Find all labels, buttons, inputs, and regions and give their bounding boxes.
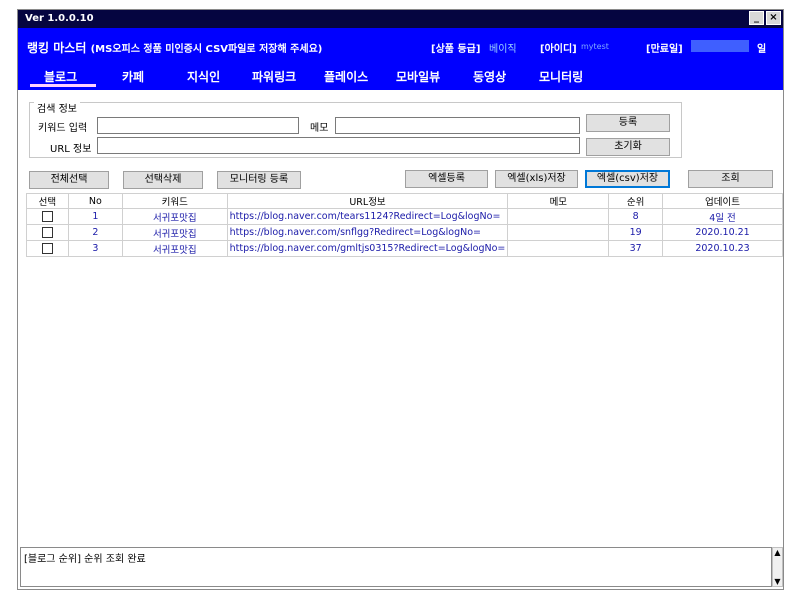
row-url: https://blog.naver.com/snflgg?Redirect=L… xyxy=(226,224,509,241)
table-header-row: 선택 No 키워드 URL정보 메모 순위 업데이트 xyxy=(26,193,783,209)
id-value: mytest xyxy=(581,42,609,51)
app-window: Ver 1.0.0.10 _ × 랭킹 마스터 (MS오피스 정품 미인증시 C… xyxy=(17,9,784,590)
keyword-input[interactable] xyxy=(97,117,299,134)
row-updated: 2020.10.21 xyxy=(662,224,783,241)
row-rank: 37 xyxy=(608,240,664,257)
keyword-label: 키워드 입력 xyxy=(38,123,88,134)
search-info-legend: 검색 정보 xyxy=(34,100,80,115)
excel-xls-save-button[interactable]: 엑셀(xls)저장 xyxy=(495,170,578,188)
column-header-keyword[interactable]: 키워드 xyxy=(121,193,228,209)
table-row[interactable]: 2 서귀포맛집 https://blog.naver.com/snflgg?Re… xyxy=(26,224,783,241)
row-checkbox[interactable] xyxy=(41,243,53,254)
minimize-button[interactable]: _ xyxy=(749,11,764,25)
expiry-value-redacted xyxy=(691,40,749,52)
row-rank: 19 xyxy=(608,224,664,241)
id-label: [아이디] xyxy=(540,44,577,55)
memo-input[interactable] xyxy=(335,117,580,134)
row-checkbox-cell xyxy=(26,208,69,225)
tab-monitoring[interactable]: 모니터링 xyxy=(539,68,583,85)
tab-powerlink[interactable]: 파워링크 xyxy=(252,68,296,85)
row-updated: 2020.10.23 xyxy=(662,240,783,257)
grade-label: [상품 등급] xyxy=(431,44,481,55)
row-checkbox[interactable] xyxy=(41,227,53,238)
register-button[interactable]: 등록 xyxy=(586,114,670,132)
version-label: Ver 1.0.0.10 xyxy=(25,13,94,24)
table-row[interactable]: 1 서귀포맛집 https://blog.naver.com/tears1124… xyxy=(26,208,783,225)
delete-selected-button[interactable]: 선택삭제 xyxy=(123,171,203,189)
row-no: 1 xyxy=(67,208,123,225)
query-button[interactable]: 조회 xyxy=(688,170,773,188)
row-memo xyxy=(507,224,610,241)
status-log[interactable]: [블로그 순위] 순위 조회 완료 xyxy=(20,547,772,587)
url-label: URL 정보 xyxy=(50,144,92,155)
tab-blog[interactable]: 블로그 xyxy=(44,68,77,85)
tab-knowledge[interactable]: 지식인 xyxy=(187,68,220,85)
status-message: [블로그 순위] 순위 조회 완료 xyxy=(24,554,146,565)
column-header-no[interactable]: No xyxy=(67,193,123,209)
row-memo xyxy=(507,208,610,225)
results-table: 선택 No 키워드 URL정보 메모 순위 업데이트 1 서귀포맛집 https… xyxy=(26,193,783,257)
expiry-label: [만료일] xyxy=(646,44,683,55)
excel-register-button[interactable]: 엑셀등록 xyxy=(405,170,488,188)
tab-place[interactable]: 플레이스 xyxy=(324,68,368,85)
column-header-url[interactable]: URL정보 xyxy=(226,193,509,209)
row-keyword: 서귀포맛집 xyxy=(121,208,228,225)
expiry-suffix: 일 xyxy=(757,44,767,55)
column-header-memo[interactable]: 메모 xyxy=(507,193,610,209)
row-keyword: 서귀포맛집 xyxy=(121,224,228,241)
row-no: 2 xyxy=(67,224,123,241)
row-url: https://blog.naver.com/gmltjs0315?Redire… xyxy=(226,240,509,257)
row-url: https://blog.naver.com/tears1124?Redirec… xyxy=(226,208,509,225)
table-row[interactable]: 3 서귀포맛집 https://blog.naver.com/gmltjs031… xyxy=(26,240,783,257)
column-header-select[interactable]: 선택 xyxy=(26,193,69,209)
row-no: 3 xyxy=(67,240,123,257)
row-rank: 8 xyxy=(608,208,664,225)
app-header: 랭킹 마스터 (MS오피스 정품 미인증시 CSV파일로 저장해 주세요) [상… xyxy=(18,28,783,90)
excel-csv-save-button[interactable]: 엑셀(csv)저장 xyxy=(585,170,670,188)
url-input[interactable] xyxy=(97,137,580,154)
reset-button[interactable]: 초기화 xyxy=(586,138,670,156)
grade-value: 베이직 xyxy=(489,44,517,55)
column-header-updated[interactable]: 업데이트 xyxy=(662,193,783,209)
row-checkbox-cell xyxy=(26,224,69,241)
row-memo xyxy=(507,240,610,257)
row-updated: 4일 전 xyxy=(662,208,783,225)
close-button[interactable]: × xyxy=(766,11,781,25)
scroll-up-icon[interactable]: ▲ xyxy=(773,548,782,557)
title-bar: Ver 1.0.0.10 _ × xyxy=(18,10,783,28)
tab-cafe[interactable]: 카페 xyxy=(122,68,144,85)
row-checkbox[interactable] xyxy=(41,211,53,222)
row-checkbox-cell xyxy=(26,240,69,257)
status-scrollbar[interactable]: ▲ ▼ xyxy=(772,547,783,587)
active-tab-indicator xyxy=(30,84,96,87)
app-subtitle: (MS오피스 정품 미인증시 CSV파일로 저장해 주세요) xyxy=(90,44,323,55)
select-all-button[interactable]: 전체선택 xyxy=(29,171,109,189)
column-header-rank[interactable]: 순위 xyxy=(608,193,664,209)
row-keyword: 서귀포맛집 xyxy=(121,240,228,257)
register-monitoring-button[interactable]: 모니터링 등록 xyxy=(217,171,301,189)
app-title: 랭킹 마스터 (MS오피스 정품 미인증시 CSV파일로 저장해 주세요) xyxy=(27,39,322,56)
tab-mobileview[interactable]: 모바일뷰 xyxy=(396,68,440,85)
memo-label: 메모 xyxy=(310,123,329,134)
scroll-down-icon[interactable]: ▼ xyxy=(773,577,782,586)
tab-video[interactable]: 동영상 xyxy=(473,68,506,85)
app-title-text: 랭킹 마스터 xyxy=(27,41,87,55)
